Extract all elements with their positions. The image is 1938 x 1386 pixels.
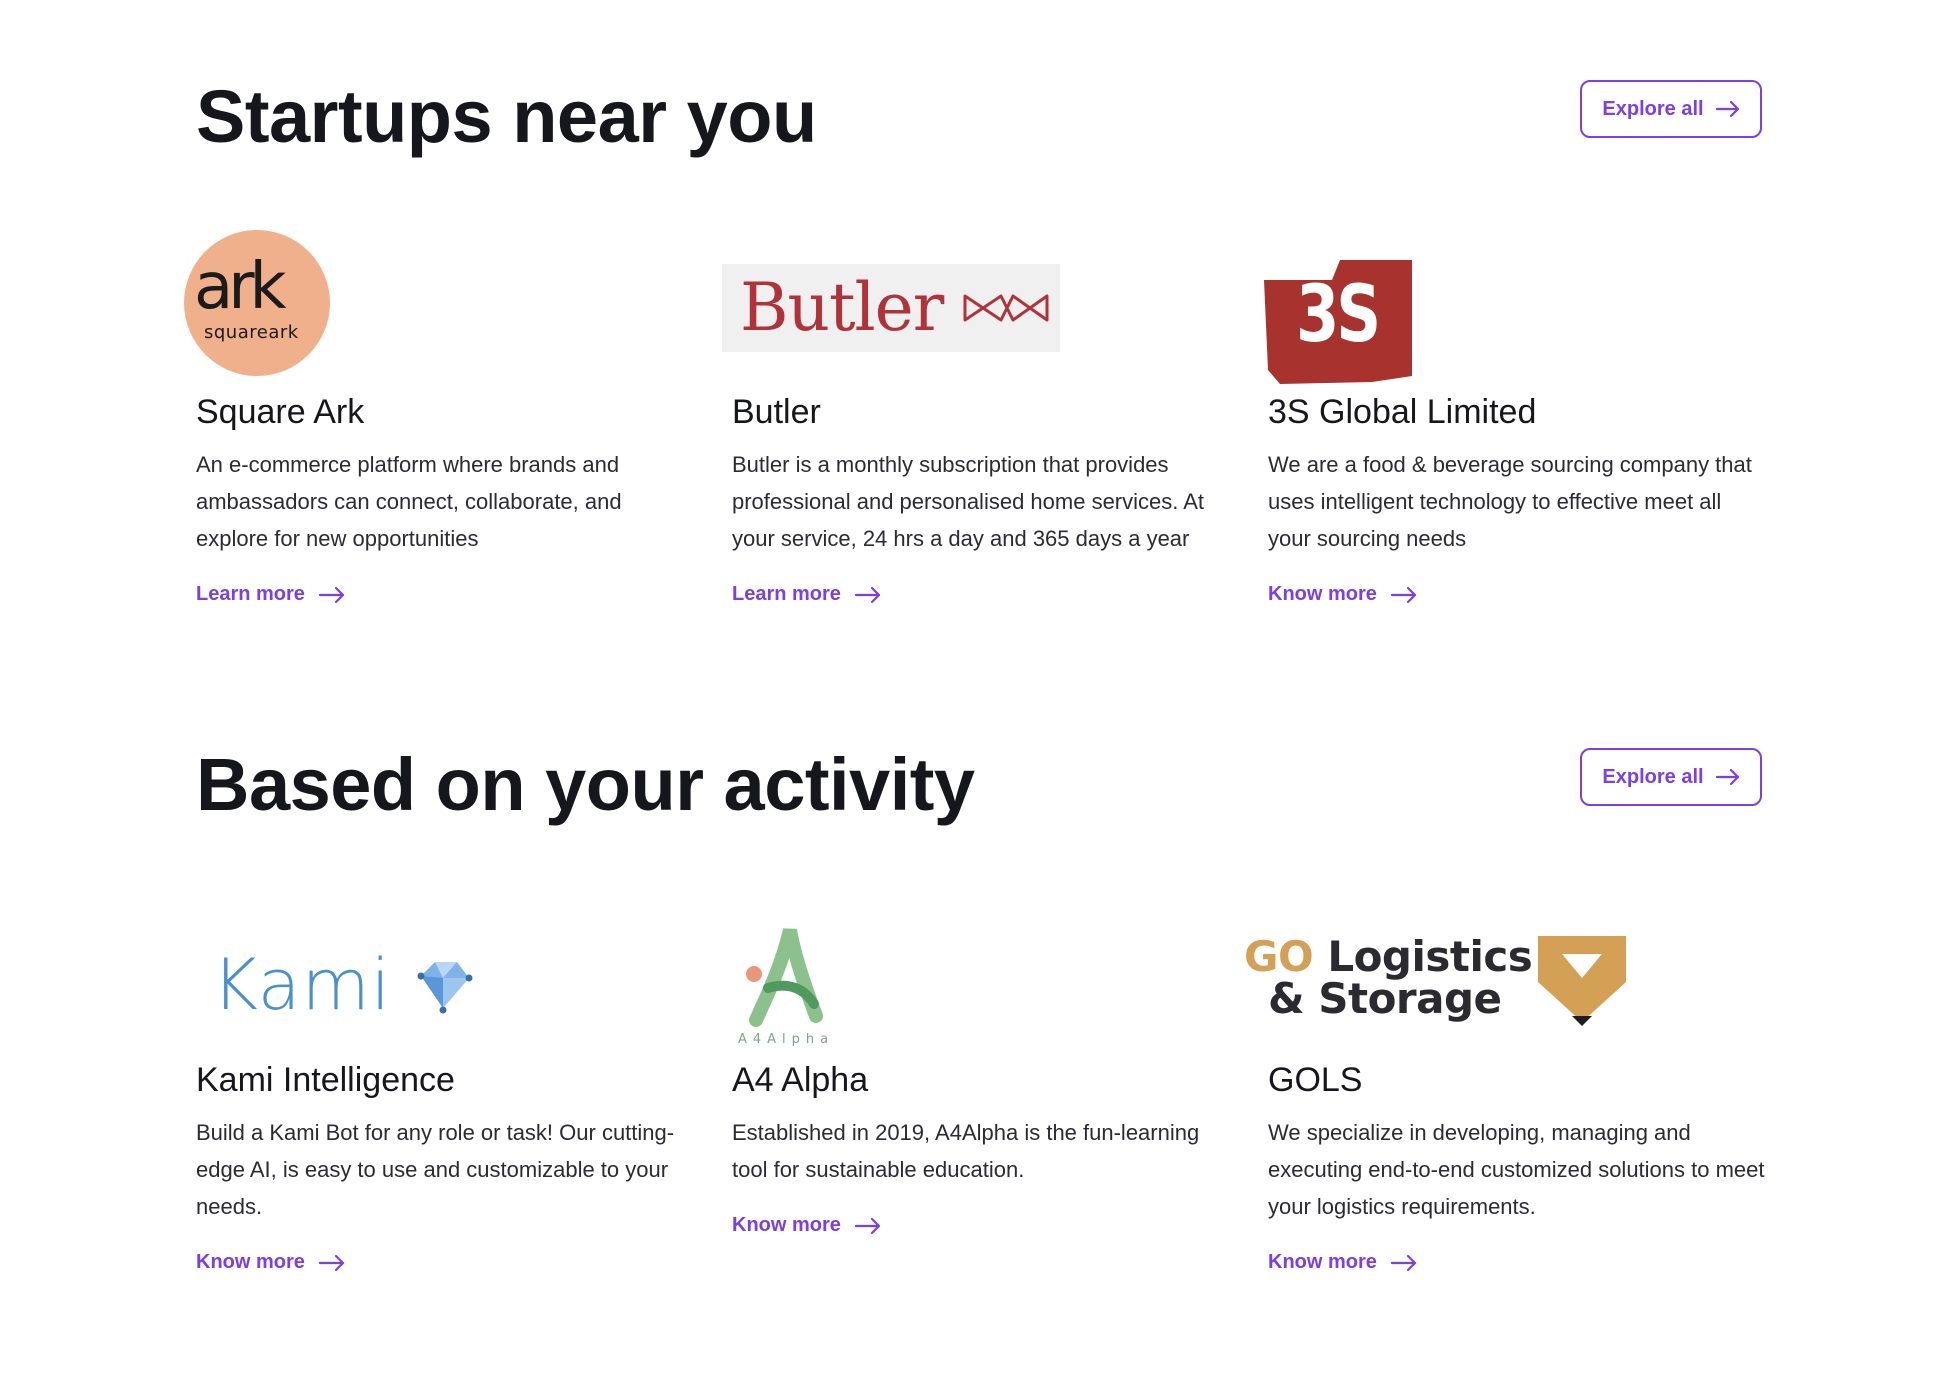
based-on-activity-section: Based on your activity Explore all Kami	[196, 730, 1765, 1273]
startup-description: We specialize in developing, managing an…	[1268, 1120, 1765, 1219]
startup-card-3s-global: 3S 3S Global Limited We are a food & bev…	[1264, 230, 1778, 606]
arrow-right-icon	[1715, 769, 1739, 785]
arrow-right-icon	[1390, 1254, 1417, 1271]
startup-name: 3S Global Limited	[1268, 393, 1537, 431]
arrow-right-icon	[318, 586, 345, 603]
logo-mark-text: 3S	[1296, 270, 1381, 360]
a4-alpha-logo: A4Alpha	[738, 924, 838, 1054]
explore-all-button[interactable]: Explore all	[1580, 80, 1762, 138]
link-label: Know more	[1268, 1251, 1377, 1273]
link-label: Know more	[732, 1214, 841, 1236]
card-logo: GO Logistics & Storage	[1244, 898, 1778, 1058]
startup-description: We are a food & beverage sourcing compan…	[1268, 452, 1752, 551]
section-title: Based on your activity	[196, 743, 975, 826]
startup-name: A4 Alpha	[732, 1061, 869, 1099]
arrow-right-icon	[318, 1254, 345, 1271]
card-logo: A4Alpha	[732, 898, 1242, 1058]
logo-mark-text: ark	[194, 250, 287, 324]
startups-near-you-section: Startups near you Explore all ark square…	[184, 62, 1762, 605]
startup-card-a4-alpha: A4Alpha A4 Alpha Established in 2019, A4…	[732, 898, 1242, 1237]
logo-mark-text: Kami	[212, 944, 392, 1026]
logo-line-2: & Storage	[1268, 974, 1502, 1023]
logo-mark-text: Butler	[740, 269, 944, 346]
logo-caption: A4Alpha	[738, 1032, 835, 1047]
startup-name: Butler	[732, 393, 821, 431]
startup-card-kami-intelligence: Kami Kami Intelligence Build a Kami Bot …	[196, 898, 706, 1274]
startup-name: Square Ark	[196, 393, 365, 431]
learn-more-link[interactable]: Learn more	[732, 583, 881, 606]
diamond-icon	[417, 962, 473, 1014]
3s-global-logo: 3S	[1262, 260, 1412, 384]
bowtie-icon	[963, 294, 1049, 322]
startup-card-square-ark: ark squareark Square Ark An e-commerce p…	[184, 230, 706, 606]
startup-card-gols: GO Logistics & Storage GOLS We specializ…	[1244, 898, 1778, 1274]
square-ark-logo: ark squareark	[184, 230, 330, 376]
know-more-link[interactable]: Know more	[196, 1251, 345, 1274]
know-more-link[interactable]: Know more	[1268, 1251, 1417, 1274]
startup-description: Established in 2019, A4Alpha is the fun-…	[732, 1120, 1200, 1182]
gols-logo: GO Logistics & Storage	[1244, 932, 1644, 1052]
startup-description: Build a Kami Bot for any role or task! O…	[196, 1120, 675, 1219]
section-header: Startups near you Explore all	[196, 62, 1762, 172]
butler-logo: Butler	[722, 264, 1060, 352]
arrow-right-icon	[854, 1217, 881, 1234]
link-label: Learn more	[196, 583, 305, 605]
card-logo: 3S	[1264, 230, 1778, 390]
arrow-right-icon	[854, 586, 881, 603]
link-label: Know more	[1268, 583, 1377, 605]
know-more-link[interactable]: Know more	[732, 1214, 881, 1237]
chevron-shield-icon	[1538, 936, 1626, 1026]
section-title: Startups near you	[196, 75, 817, 158]
arrow-right-icon	[1715, 101, 1739, 117]
startup-description: Butler is a monthly subscription that pr…	[732, 452, 1205, 551]
link-label: Know more	[196, 1251, 305, 1273]
a4-letter-mark	[746, 928, 823, 1027]
know-more-link[interactable]: Know more	[1268, 583, 1417, 606]
explore-all-button[interactable]: Explore all	[1580, 748, 1762, 806]
startup-name: Kami Intelligence	[196, 1061, 455, 1099]
learn-more-link[interactable]: Learn more	[196, 583, 345, 606]
card-logo: Kami	[196, 898, 706, 1058]
startup-card-butler: Butler Butler Butler is a monthly subscr…	[722, 230, 1242, 606]
arrow-right-icon	[1390, 586, 1417, 603]
startup-description: An e-commerce platform where brands and …	[196, 452, 622, 551]
logo-sub-text: squareark	[204, 322, 299, 343]
card-logo: ark squareark	[184, 230, 706, 390]
link-label: Learn more	[732, 583, 841, 605]
startup-name: GOLS	[1268, 1061, 1363, 1099]
card-logo: Butler	[722, 230, 1242, 390]
section-header: Based on your activity Explore all	[196, 730, 1762, 840]
kami-logo: Kami	[212, 950, 475, 1020]
explore-all-label: Explore all	[1602, 97, 1704, 120]
explore-all-label: Explore all	[1602, 765, 1704, 788]
